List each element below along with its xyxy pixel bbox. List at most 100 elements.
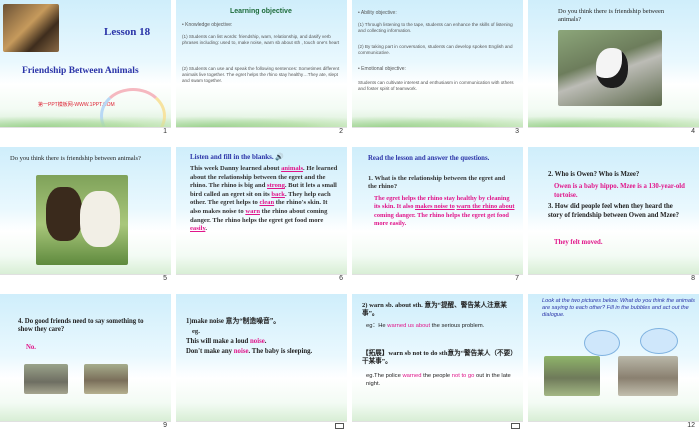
blank-answer: animals bbox=[281, 165, 304, 172]
answer-highlight: warn the rhino about bbox=[456, 203, 515, 211]
highlight-word: noise bbox=[233, 348, 249, 355]
example-sentence-2: Don't make any noise. The baby is sleepi… bbox=[186, 348, 346, 356]
slide-number: 4 bbox=[691, 128, 695, 135]
sentence-text: This will make a loud bbox=[186, 338, 249, 345]
slide-number: 3 bbox=[515, 128, 519, 135]
slide-footer bbox=[0, 274, 171, 283]
example-label: eg. bbox=[192, 328, 200, 335]
heading-text: Listen and fill in the blanks. bbox=[190, 153, 274, 161]
slide-footer bbox=[0, 421, 171, 430]
slide-6[interactable]: Listen and fill in the blanks. 🔊 This we… bbox=[176, 147, 347, 283]
question-1: 1. What is the relationship between the … bbox=[368, 175, 506, 191]
tiger-monkey-photo bbox=[3, 4, 59, 52]
slide-8[interactable]: 2. Who is Owen? Who is Mzee? Owen is a b… bbox=[528, 147, 699, 283]
slide-number: 7 bbox=[515, 275, 519, 282]
speech-bubble-right[interactable] bbox=[640, 328, 678, 354]
slide-10[interactable]: 1)make noise 意为“制造噪音”。 eg. This will mak… bbox=[176, 294, 347, 430]
slide-footer bbox=[352, 421, 523, 430]
panda-dog-photo bbox=[558, 30, 662, 106]
highlight-word: not to go bbox=[451, 373, 475, 379]
example-sentence-1: This will make a loud noise. bbox=[186, 338, 267, 345]
slide-number: 5 bbox=[163, 275, 167, 282]
bullet-label: Ability objective: bbox=[360, 10, 397, 16]
slide-question: Do you think there is friendship between… bbox=[10, 155, 141, 162]
slide-5[interactable]: Do you think there is friendship between… bbox=[0, 147, 171, 283]
slide-number: 6 bbox=[339, 275, 343, 282]
sentence-text: . The baby is sleeping. bbox=[248, 348, 313, 355]
instruction-text: Look at the two pictures below. What do … bbox=[542, 298, 695, 318]
slide-footer bbox=[528, 274, 699, 283]
highlight-word: warned bbox=[402, 373, 422, 379]
slide-number: 2 bbox=[339, 128, 343, 135]
slide-1[interactable]: Lesson 18 Friendship Between Animals 第一P… bbox=[0, 0, 171, 136]
screen-icon[interactable] bbox=[511, 423, 520, 429]
slide-11[interactable]: 2) warn sb. about sth. 意为“提醒、警告某人注意某事”。 … bbox=[352, 294, 523, 430]
ability-para-2: (2) By taking part in conversation, stud… bbox=[358, 44, 513, 56]
slide-footer bbox=[176, 127, 347, 136]
slide-9[interactable]: 4. Do good friends need to say something… bbox=[0, 294, 171, 430]
phrase-text: 1)make noise 意为 bbox=[186, 318, 240, 325]
question-3: 3. How did people feel when they heard t… bbox=[548, 203, 680, 219]
passage-text: . bbox=[205, 225, 208, 233]
answer-2: Owen is a baby hippo. Mzee is a 130-year… bbox=[554, 183, 685, 199]
slide-heading: Listen and fill in the blanks. 🔊 bbox=[190, 153, 284, 162]
grass bbox=[528, 114, 699, 128]
bullet-emotional: • Emotional objective: bbox=[358, 66, 406, 72]
chimp-dog-photo bbox=[36, 175, 128, 265]
answer-3: They felt moved. bbox=[554, 239, 603, 246]
fill-blank-passage: This week Danny learned about animals. H… bbox=[190, 165, 340, 234]
ability-para-1: (1) Through listening to the tape, stude… bbox=[358, 22, 513, 34]
screen-icon[interactable] bbox=[335, 423, 344, 429]
question-4: 4. Do good friends need to say something… bbox=[18, 318, 144, 334]
sentence-text: Don't make any bbox=[186, 348, 233, 355]
answer-highlight: makes noise to bbox=[415, 203, 455, 211]
speaker-icon[interactable]: 🔊 bbox=[275, 153, 284, 161]
lesson-subtitle: Friendship Between Animals bbox=[22, 66, 139, 76]
answer-text: coming danger. The rhino helps the egret… bbox=[374, 211, 509, 228]
slide-footer bbox=[352, 127, 523, 136]
blank-answer: back bbox=[271, 190, 285, 198]
slide-number: 9 bbox=[163, 422, 167, 429]
blank-answer: clean bbox=[259, 199, 275, 207]
slide-footer bbox=[352, 274, 523, 283]
phrase-meaning: “制造噪音”。 bbox=[239, 318, 281, 325]
rhino-hippo-photo bbox=[618, 356, 678, 396]
slide-3[interactable]: • Ability objective: (1) Through listeni… bbox=[352, 0, 523, 136]
blank-answer: warn bbox=[245, 207, 260, 215]
slide-12[interactable]: Look at the two pictures below. What do … bbox=[528, 294, 699, 430]
rhino-photo bbox=[544, 356, 600, 396]
slide-4[interactable]: Do you think there is friendship between… bbox=[528, 0, 699, 136]
grass bbox=[352, 114, 523, 128]
dog-shape bbox=[80, 191, 120, 247]
panda-shape bbox=[596, 48, 628, 88]
example-text: the people bbox=[423, 373, 451, 379]
example-2: eg.The police warned the people not to g… bbox=[366, 372, 516, 388]
bullet-label: Knowledge objective: bbox=[185, 22, 233, 28]
slide-footer bbox=[528, 421, 699, 430]
bullet-label: Emotional objective: bbox=[361, 66, 406, 72]
slide-footer bbox=[176, 274, 347, 283]
extension-line: 【拓展】warn sb not to do sth意为“警告某人（不要）干某事”… bbox=[362, 350, 517, 366]
slide-2[interactable]: Learning objective • Knowledge objective… bbox=[176, 0, 347, 136]
slide-heading: Learning objective bbox=[230, 8, 292, 15]
slide-footer bbox=[176, 421, 347, 430]
highlight-word: noise bbox=[250, 338, 265, 345]
lesson-title: Lesson 18 bbox=[104, 26, 151, 38]
grass bbox=[176, 114, 347, 128]
bullet-ability: • Ability objective: bbox=[358, 10, 397, 16]
passage-text: This week Danny learned about bbox=[190, 165, 280, 172]
phrase-line: 2) warn sb. about sth. 意为“提醒、警告某人注意某事”。 bbox=[362, 302, 507, 318]
slide-number: 12 bbox=[687, 422, 695, 429]
question-2: 2. Who is Owen? Who is Mzee? bbox=[548, 171, 640, 178]
slide-question: Do you think there is friendship between… bbox=[558, 8, 665, 23]
slide-footer bbox=[0, 127, 171, 136]
slide-7[interactable]: Read the lesson and answer the questions… bbox=[352, 147, 523, 283]
hippo-photo bbox=[24, 364, 68, 394]
tortoise-photo bbox=[84, 364, 128, 394]
phrase-line: 1)make noise 意为“制造噪音”。 bbox=[186, 318, 342, 326]
grass bbox=[0, 114, 171, 128]
speech-bubble-left[interactable] bbox=[584, 330, 620, 356]
slide-heading: Read the lesson and answer the questions… bbox=[368, 155, 490, 162]
objective-para-1: (1) Students can list words: friendship,… bbox=[182, 34, 340, 46]
slide-footer bbox=[528, 127, 699, 136]
